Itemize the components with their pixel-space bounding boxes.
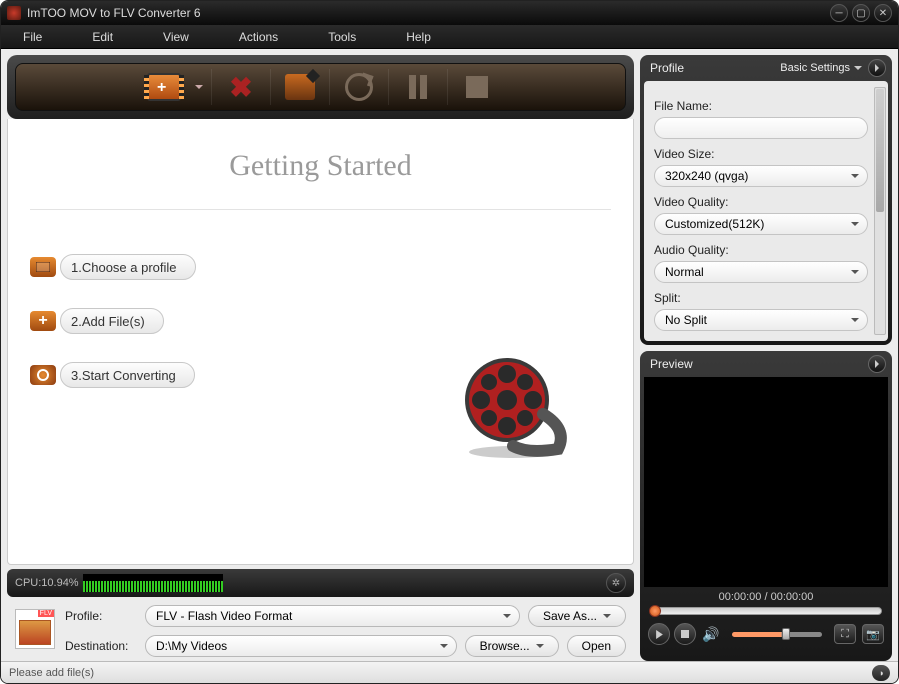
open-label: Open bbox=[582, 639, 611, 653]
add-files-button[interactable]: 2.Add File(s) bbox=[60, 308, 164, 334]
profile-panel: Profile Basic Settings File Name: Video … bbox=[640, 55, 892, 345]
basic-settings-label: Basic Settings bbox=[780, 62, 850, 74]
file-name-input[interactable] bbox=[654, 117, 868, 139]
destination-value: D:\My Videos bbox=[156, 639, 227, 653]
choose-profile-label: 1.Choose a profile bbox=[71, 260, 177, 275]
volume-icon[interactable]: 🔊 bbox=[700, 623, 722, 645]
maximize-button[interactable]: ▢ bbox=[852, 4, 870, 22]
browse-button[interactable]: Browse... bbox=[465, 635, 559, 657]
menu-edit[interactable]: Edit bbox=[82, 27, 123, 47]
convert-icon bbox=[30, 365, 56, 385]
file-name-label: File Name: bbox=[654, 99, 868, 113]
menu-tools[interactable]: Tools bbox=[318, 27, 366, 47]
preview-title: Preview bbox=[650, 357, 693, 371]
profile-label: Profile: bbox=[65, 609, 137, 623]
add-icon: + bbox=[30, 311, 56, 331]
add-file-dropdown[interactable] bbox=[193, 67, 205, 107]
video-size-label: Video Size: bbox=[654, 147, 868, 161]
start-converting-button[interactable]: 3.Start Converting bbox=[60, 362, 195, 388]
menu-bar: File Edit View Actions Tools Help bbox=[1, 25, 898, 49]
video-quality-combo[interactable]: Customized(512K) bbox=[654, 213, 868, 235]
status-toggle[interactable]: ◑ bbox=[872, 665, 890, 681]
split-label: Split: bbox=[654, 291, 868, 305]
menu-help[interactable]: Help bbox=[396, 27, 441, 47]
app-icon bbox=[7, 6, 21, 20]
open-button[interactable]: Open bbox=[567, 635, 626, 657]
clip-button[interactable] bbox=[277, 67, 323, 107]
cpu-label: CPU:10.94% bbox=[15, 577, 79, 589]
menu-actions[interactable]: Actions bbox=[229, 27, 288, 47]
minimize-button[interactable]: ─ bbox=[830, 4, 848, 22]
flv-format-icon bbox=[15, 609, 55, 649]
profile-panel-title: Profile bbox=[650, 61, 684, 75]
play-button[interactable] bbox=[648, 623, 670, 645]
split-value: No Split bbox=[665, 313, 707, 327]
start-converting-label: 3.Start Converting bbox=[71, 368, 176, 383]
cpu-graph bbox=[83, 574, 223, 592]
seek-slider[interactable] bbox=[650, 607, 882, 615]
split-combo[interactable]: No Split bbox=[654, 309, 868, 331]
profile-scrollbar[interactable] bbox=[874, 87, 886, 335]
video-quality-value: Customized(512K) bbox=[665, 217, 764, 231]
scrollbar-thumb[interactable] bbox=[876, 89, 884, 212]
add-file-button[interactable]: + bbox=[141, 67, 187, 107]
video-size-combo[interactable]: 320x240 (qvga) bbox=[654, 165, 868, 187]
profile-expand-button[interactable] bbox=[868, 59, 886, 77]
audio-quality-combo[interactable]: Normal bbox=[654, 261, 868, 283]
save-as-label: Save As... bbox=[543, 609, 597, 623]
film-reel-image bbox=[453, 354, 573, 464]
status-bar: Please add file(s) ◑ bbox=[1, 661, 898, 683]
toolbar: + ✖ bbox=[7, 55, 634, 119]
menu-view[interactable]: View bbox=[153, 27, 199, 47]
destination-label: Destination: bbox=[65, 639, 137, 653]
status-text: Please add file(s) bbox=[9, 667, 94, 679]
audio-quality-label: Audio Quality: bbox=[654, 243, 868, 257]
basic-settings-dropdown[interactable]: Basic Settings bbox=[780, 62, 862, 74]
undo-button[interactable] bbox=[336, 67, 382, 107]
fullscreen-button[interactable]: ⛶ bbox=[834, 624, 856, 644]
video-quality-label: Video Quality: bbox=[654, 195, 868, 209]
seek-knob[interactable] bbox=[649, 605, 661, 617]
preview-time: 00:00:00 / 00:00:00 bbox=[640, 587, 892, 605]
cpu-bar: CPU:10.94% ✲ bbox=[7, 569, 634, 597]
video-size-value: 320x240 (qvga) bbox=[665, 169, 748, 183]
save-as-button[interactable]: Save As... bbox=[528, 605, 626, 627]
preview-panel: Preview 00:00:00 / 00:00:00 🔊 ⛶ 📷 bbox=[640, 351, 892, 661]
cpu-toggle-button[interactable]: ✲ bbox=[606, 573, 626, 593]
profile-combo[interactable]: FLV - Flash Video Format bbox=[145, 605, 520, 627]
browse-label: Browse... bbox=[480, 639, 530, 653]
getting-started-title: Getting Started bbox=[30, 149, 611, 183]
volume-slider[interactable] bbox=[732, 632, 822, 637]
main-panel: Getting Started 1.Choose a profile + 2.A… bbox=[7, 119, 634, 565]
window-title: ImTOO MOV to FLV Converter 6 bbox=[27, 6, 826, 20]
profile-icon bbox=[30, 257, 56, 277]
preview-viewport bbox=[644, 377, 888, 587]
destination-combo[interactable]: D:\My Videos bbox=[145, 635, 457, 657]
audio-quality-value: Normal bbox=[665, 265, 704, 279]
choose-profile-button[interactable]: 1.Choose a profile bbox=[60, 254, 196, 280]
title-bar: ImTOO MOV to FLV Converter 6 ─ ▢ ✕ bbox=[1, 1, 898, 25]
stop-button[interactable] bbox=[454, 67, 500, 107]
pause-button[interactable] bbox=[395, 67, 441, 107]
remove-button[interactable]: ✖ bbox=[218, 67, 264, 107]
menu-file[interactable]: File bbox=[13, 27, 52, 47]
preview-expand-button[interactable] bbox=[868, 355, 886, 373]
volume-knob[interactable] bbox=[782, 628, 790, 640]
close-button[interactable]: ✕ bbox=[874, 4, 892, 22]
snapshot-button[interactable]: 📷 bbox=[862, 624, 884, 644]
add-files-label: 2.Add File(s) bbox=[71, 314, 145, 329]
profile-value: FLV - Flash Video Format bbox=[156, 609, 292, 623]
preview-stop-button[interactable] bbox=[674, 623, 696, 645]
